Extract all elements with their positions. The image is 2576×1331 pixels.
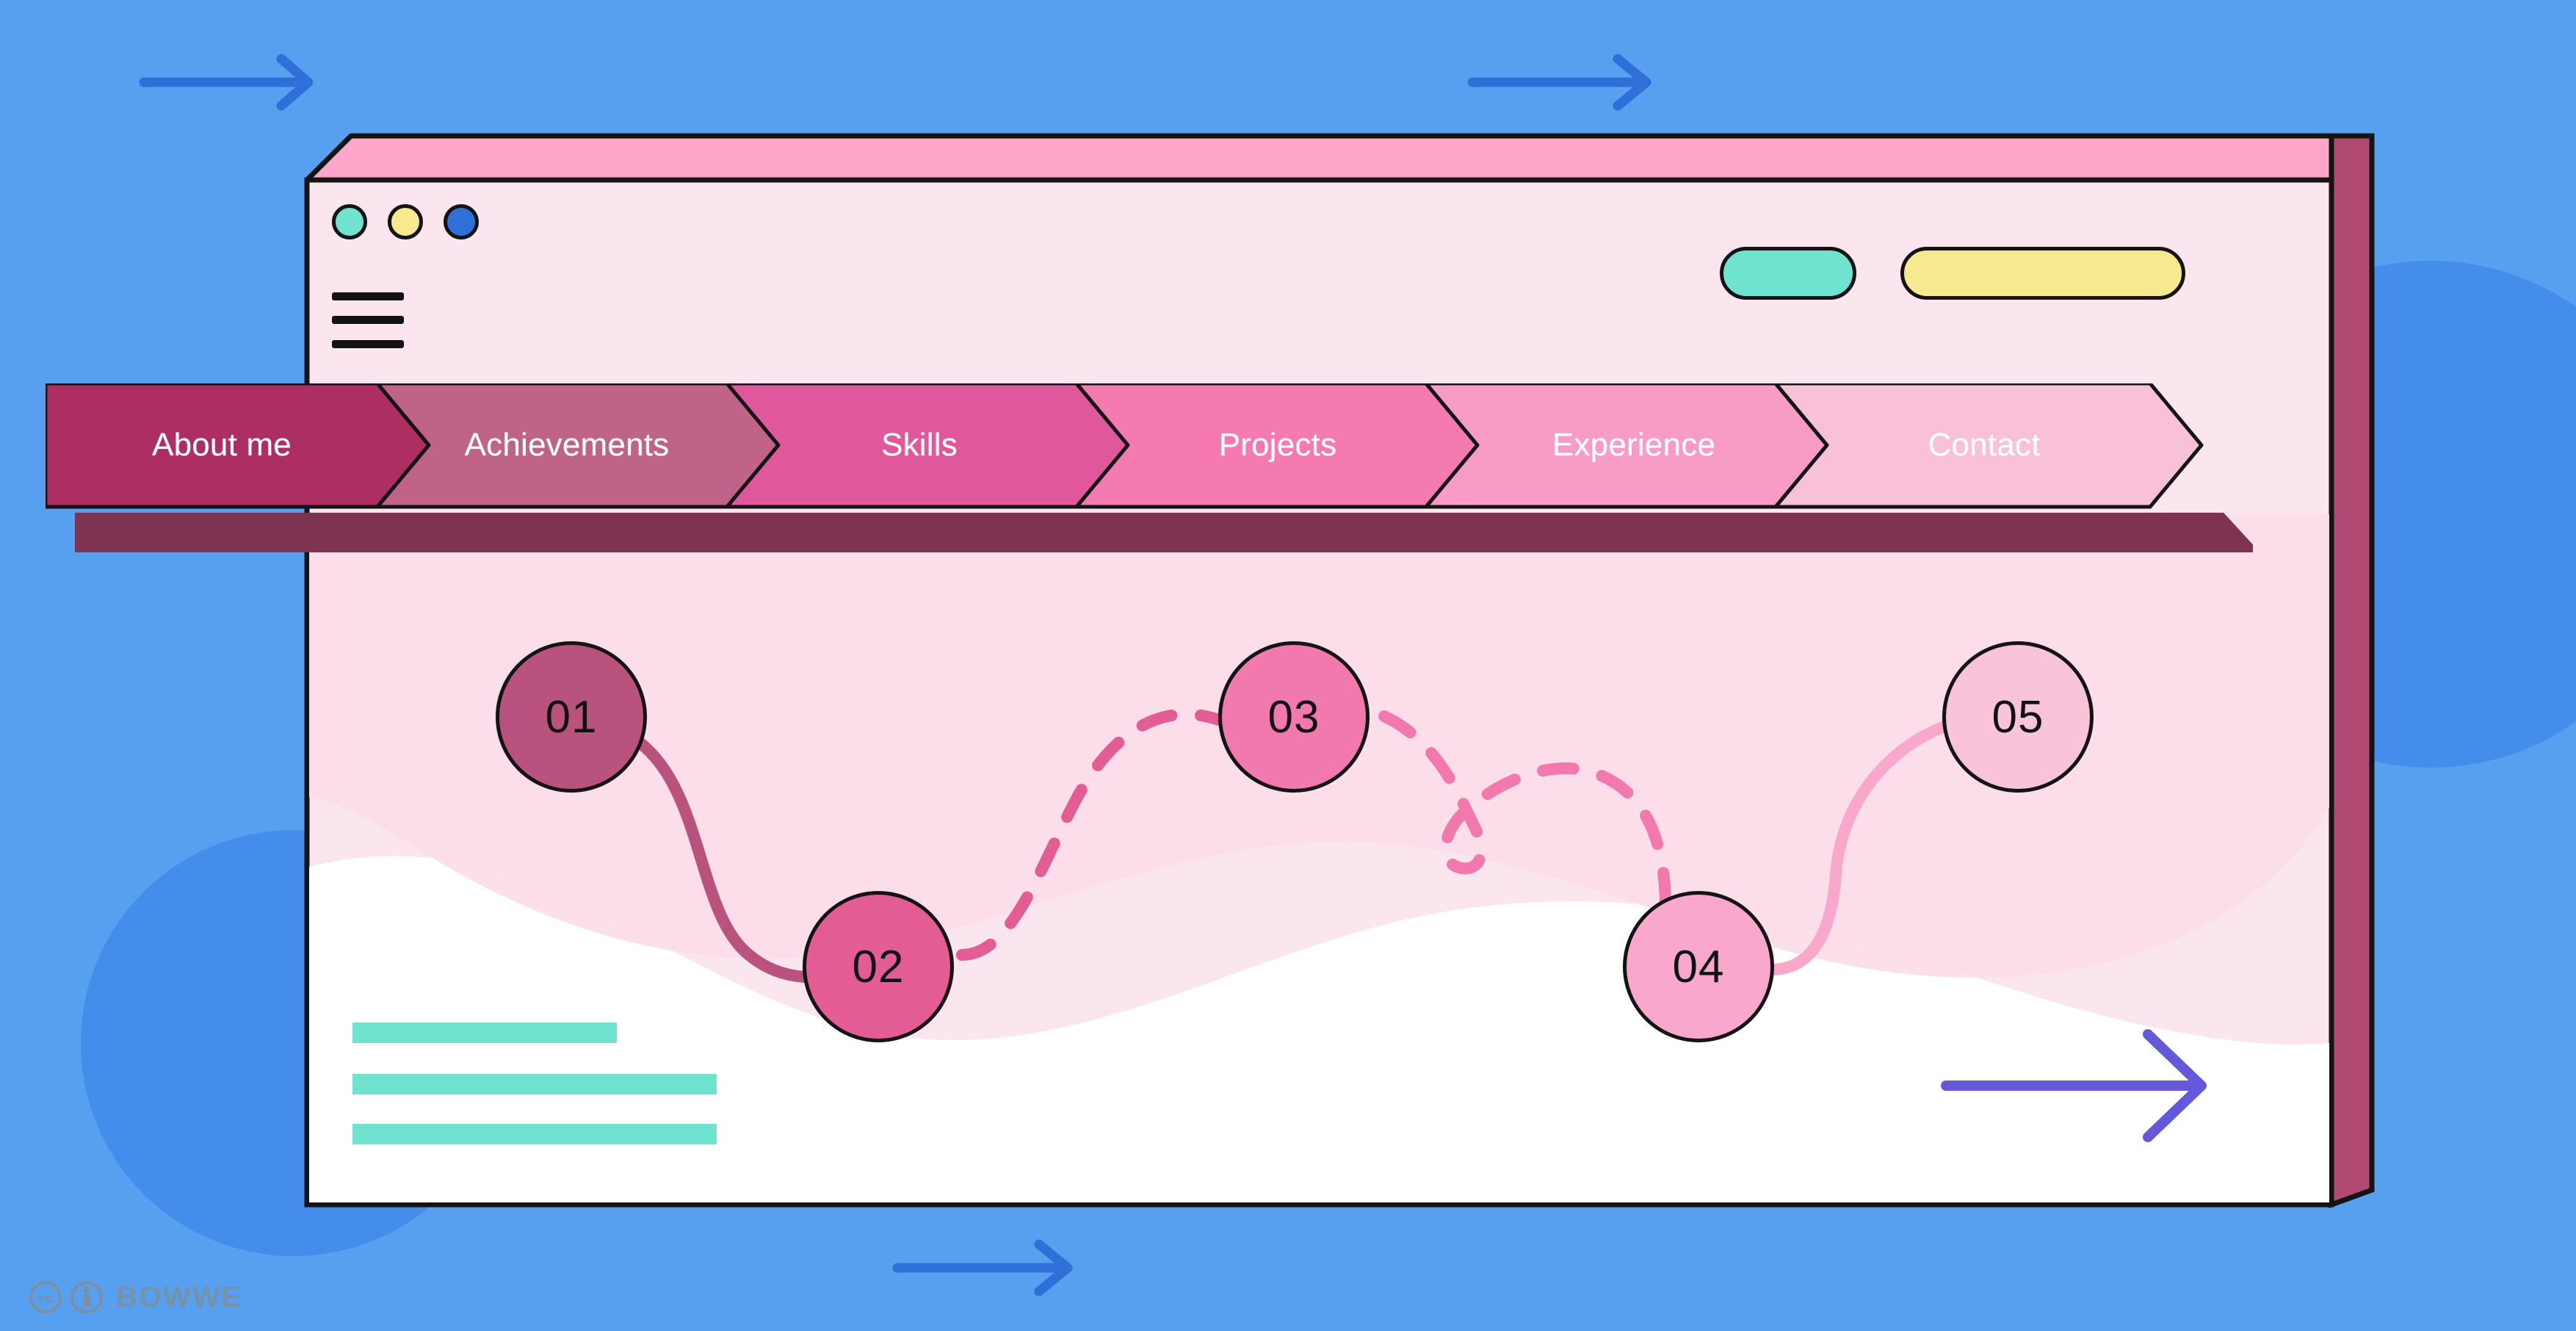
traffic-light-yellow[interactable] (388, 204, 423, 239)
step-number-01: 01 (545, 691, 598, 743)
step-number-03: 03 (1267, 691, 1320, 743)
nav-item-experience[interactable] (1461, 383, 1811, 507)
main-navigation[interactable]: About me Achievements Skills Projects Ex… (46, 383, 2253, 552)
nav-item-contact[interactable] (1811, 383, 2201, 507)
connector-03-04 (1378, 710, 1672, 931)
placeholder-bar-1 (352, 1022, 617, 1043)
page-root: About me Achievements Skills Projects Ex… (0, 0, 2576, 1331)
traffic-light-green[interactable] (332, 204, 367, 239)
nav-item-projects[interactable] (1112, 383, 1461, 507)
traffic-light-blue[interactable] (444, 204, 479, 239)
step-circle-03[interactable]: 03 (1218, 641, 1370, 793)
nav-item-skills[interactable] (762, 383, 1112, 507)
nav-shadow (75, 513, 2253, 552)
connector-04-05 (1765, 718, 1959, 975)
placeholder-bar-3 (352, 1124, 717, 1144)
step-number-04: 04 (1672, 941, 1725, 992)
nav-item-about-me[interactable] (46, 383, 413, 507)
connector-02-03 (956, 708, 1225, 961)
cc-icon: cc (29, 1281, 62, 1313)
hamburger-bar-3 (332, 340, 404, 348)
step-circle-01[interactable]: 01 (496, 641, 647, 793)
by-icon (70, 1281, 103, 1313)
step-number-05: 05 (1991, 691, 2044, 743)
svg-text:cc: cc (39, 1291, 53, 1305)
brand-name: BOWWE (116, 1280, 243, 1313)
hamburger-bar-2 (332, 316, 404, 324)
pill-button-teal[interactable] (1720, 247, 1856, 300)
step-circle-02[interactable]: 02 (803, 891, 954, 1042)
hamburger-bar-1 (332, 292, 404, 300)
placeholder-bar-2 (352, 1074, 717, 1094)
hamburger-menu-button[interactable] (332, 292, 404, 348)
step-circle-04[interactable]: 04 (1623, 891, 1774, 1042)
license-icons: cc (28, 1280, 104, 1315)
nav-item-achievements[interactable] (413, 383, 762, 507)
footer-attribution: cc BOWWE (28, 1280, 242, 1315)
step-circle-05[interactable]: 05 (1942, 641, 2094, 793)
pill-button-yellow[interactable] (1900, 247, 2185, 300)
step-number-02: 02 (852, 941, 905, 992)
